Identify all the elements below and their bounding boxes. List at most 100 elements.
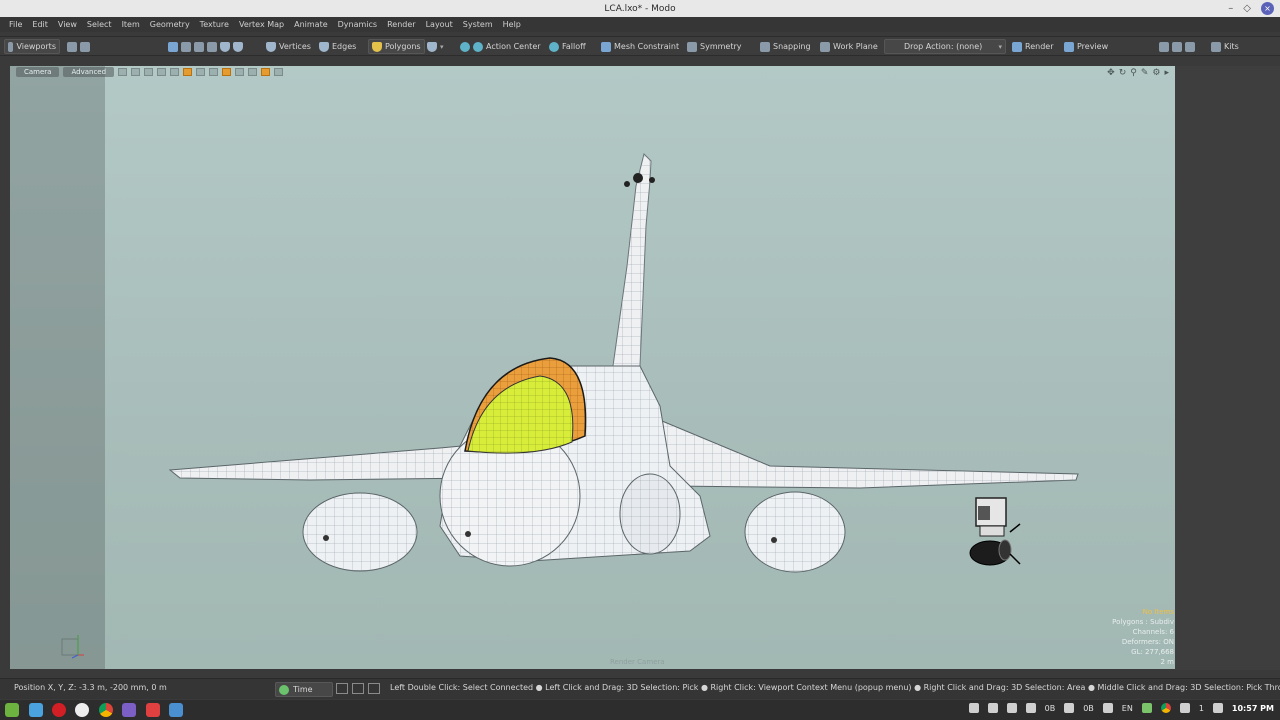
mesh-constraint-button[interactable]: Mesh Constraint [598,39,682,54]
maximize-button[interactable]: ◇ [1243,3,1251,14]
edges-mode-button[interactable]: Edges [316,39,359,54]
keyboard-icon[interactable] [1102,703,1113,713]
drop-action-select[interactable]: Drop Action: (none) ▾ [884,39,1006,54]
panel-icon [1159,41,1169,52]
right-panel [1175,66,1280,670]
menu-select[interactable]: Select [82,20,117,29]
drop-action-value: Drop Action: (none) [904,42,983,51]
hud-no-items: No Items [1142,608,1174,616]
component-icon [427,41,437,52]
menu-edit[interactable]: Edit [27,20,53,29]
language-indicator[interactable]: EN [1122,704,1133,713]
minimize-button[interactable]: – [1228,3,1233,14]
layout-icon [67,41,77,52]
search-icon [1185,41,1195,52]
render-camera-label: Render Camera [610,658,665,666]
a-app-icon[interactable] [75,703,89,717]
clipboard-icon[interactable] [1006,703,1017,713]
select-through-icon [194,41,204,52]
select-icon [168,41,178,52]
preview-button[interactable]: Preview [1061,39,1111,54]
kits-icon [1211,41,1221,52]
chrome-tray-icon[interactable] [1160,703,1171,713]
volume-icon[interactable] [1212,703,1223,713]
action-center-icon [473,41,483,52]
tail-fin [612,153,655,367]
falloff-button[interactable]: Falloff [546,39,589,54]
render-button[interactable]: Render [1009,39,1056,54]
mesh-constraint-icon [601,41,611,52]
menu-dynamics[interactable]: Dynamics [333,20,382,29]
vertices-icon [266,41,276,52]
item-mode-icon [220,41,230,52]
vertices-mode-button[interactable]: Vertices [263,39,314,54]
menu-layout[interactable]: Layout [421,20,458,29]
mesh-constraint-label: Mesh Constraint [614,42,680,51]
component-dropdown[interactable]: ▾ [424,39,447,54]
panel-list-icon [1172,41,1182,52]
menu-system[interactable]: System [458,20,498,29]
chrome-icon[interactable] [99,703,113,717]
arrow-icon[interactable] [1064,703,1075,713]
falloff-label: Falloff [562,42,586,51]
viewports-button[interactable]: Viewports [4,39,60,54]
clock-icon [279,684,289,695]
screen-app-icon[interactable] [169,703,183,717]
menu-animate[interactable]: Animate [289,20,333,29]
polygons-mode-button[interactable]: Polygons [368,39,425,54]
falloff-icon [549,41,559,52]
red-app-icon[interactable] [146,703,160,717]
shield-icon[interactable] [968,703,979,713]
menu-help[interactable]: Help [498,20,526,29]
chevron-down-icon: ▾ [440,42,444,51]
action-center-button[interactable]: Action Center [457,39,544,54]
net-up-rate: 0B [1083,703,1094,713]
layout-split-icon [80,41,90,52]
opera-icon[interactable] [52,703,66,717]
layout-toggle-buttons[interactable] [64,39,93,54]
polygons-icon [372,41,382,52]
viewports-label: Viewports [16,42,56,51]
edges-icon [319,41,329,52]
snapping-label: Snapping [773,42,811,51]
chevron-down-icon: ▾ [998,42,1002,51]
update-icon[interactable] [1141,703,1152,713]
panel-toggle-buttons[interactable] [1156,39,1198,54]
clock-time[interactable]: 10:57 PM [1232,704,1274,713]
info-icon[interactable] [368,683,380,694]
preview-icon [1064,41,1074,52]
selection-tools[interactable] [165,39,246,54]
render-icon [1012,41,1022,52]
position-readout: Position X, Y, Z: -3.3 m, -200 mm, 0 m [14,683,167,692]
time-button[interactable]: Time [275,682,333,697]
symmetry-label: Symmetry [700,42,742,51]
viewports-icon [8,41,14,52]
status-bar: Position X, Y, Z: -3.3 m, -200 mm, 0 m T… [0,678,1280,699]
usb-icon[interactable] [987,703,998,713]
menu-item[interactable]: Item [117,20,145,29]
window-title: LCA.lxo* - Modo [604,3,676,14]
command-history-icon[interactable] [336,683,348,694]
3d-viewport[interactable]: Camera Advanced ✥ ↻ ⚲ ✎ ⚙ ▸ Render Camer… [10,66,1175,669]
symmetry-button[interactable]: Symmetry [684,39,744,54]
work-plane-button[interactable]: Work Plane [817,39,881,54]
viewport-hud: No Items Polygons : Subdiv Channels: 6 D… [1070,607,1174,667]
action-center-label: Action Center [486,42,541,51]
menu-view[interactable]: View [53,20,82,29]
bluetooth-icon[interactable] [1179,703,1190,713]
modo-icon[interactable] [122,703,136,717]
menu-render[interactable]: Render [382,20,420,29]
menu-texture[interactable]: Texture [195,20,234,29]
start-menu-icon[interactable] [5,703,19,717]
kits-button[interactable]: Kits [1208,39,1242,54]
network-icon[interactable] [1025,703,1036,713]
snapping-button[interactable]: Snapping [757,39,814,54]
menu-geometry[interactable]: Geometry [145,20,195,29]
close-button[interactable]: × [1261,2,1274,15]
edges-label: Edges [332,42,357,51]
aircraft-model[interactable] [10,66,1175,669]
layout-icon[interactable] [352,683,364,694]
menu-vertex-map[interactable]: Vertex Map [234,20,289,29]
files-icon[interactable] [29,703,43,717]
menu-file[interactable]: File [4,20,27,29]
